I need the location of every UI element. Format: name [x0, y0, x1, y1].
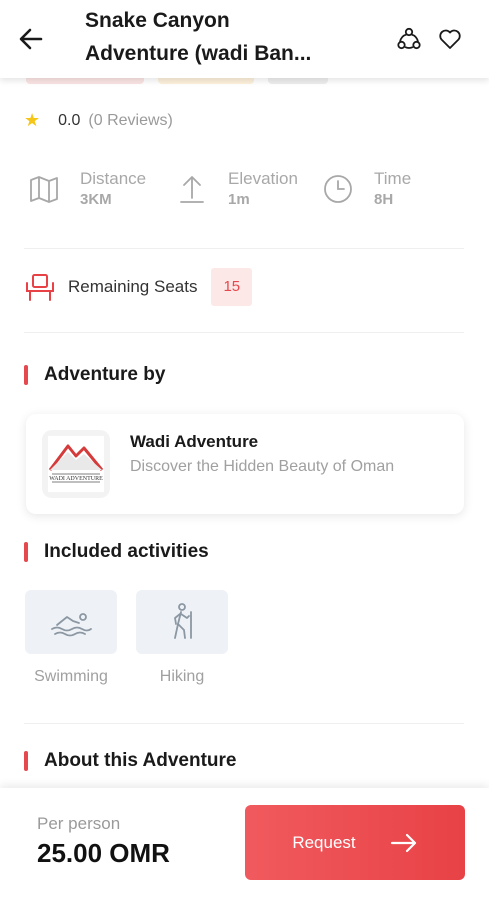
page-title: Snake Canyon Adventure (wadi Ban... — [85, 4, 370, 70]
price: 25.00 OMR — [37, 838, 170, 868]
activity-swimming[interactable]: Swimming — [25, 590, 117, 686]
rating-row: ★ 0.0 (0 Reviews) — [24, 110, 173, 131]
provider-tagline: Discover the Hidden Beauty of Oman — [130, 458, 395, 475]
back-button[interactable] — [14, 22, 48, 56]
clock-icon — [318, 169, 358, 209]
activity-hiking[interactable]: Hiking — [136, 590, 228, 686]
section-accent-bar — [24, 542, 28, 562]
page-title-line2: Adventure (wadi Ban... — [85, 42, 312, 65]
share-button[interactable] — [394, 24, 424, 54]
star-icon: ★ — [24, 110, 41, 130]
section-title: Adventure by — [44, 364, 166, 385]
activity-tile — [25, 590, 117, 654]
arrow-left-icon — [19, 28, 43, 50]
stat-value: 1m — [228, 191, 250, 208]
swimming-icon — [51, 613, 92, 637]
page-title-line1: Snake Canyon — [85, 9, 230, 32]
stat-value: 8H — [374, 191, 394, 208]
provider-card[interactable]: WADI ADVENTURE Wadi Adventure Discover t… — [26, 414, 464, 514]
section-title: About this Adventure — [44, 750, 237, 771]
arrow-up-icon — [172, 169, 212, 209]
stat-elevation: Elevation 1m — [172, 168, 298, 210]
stat-value: 3KM — [80, 191, 112, 208]
top-app-bar: Snake Canyon Adventure (wadi Ban... — [0, 0, 489, 78]
heart-icon — [439, 29, 461, 49]
section-accent-bar — [24, 751, 28, 771]
section-included-activities: Included activities — [24, 541, 209, 563]
map-icon — [24, 169, 64, 209]
section-title: Included activities — [44, 541, 209, 562]
stats-row: Distance 3KM Elevation 1m Time 8H — [24, 168, 464, 222]
remaining-seats-label: Remaining Seats — [68, 277, 198, 296]
arrow-right-icon — [390, 833, 418, 853]
svg-text:WADI ADVENTURE: WADI ADVENTURE — [49, 476, 103, 482]
provider-name: Wadi Adventure — [130, 432, 259, 451]
divider — [24, 332, 464, 333]
request-button[interactable]: Request — [245, 805, 465, 880]
seat-icon — [26, 274, 54, 301]
stat-label: Elevation — [228, 169, 298, 188]
divider — [24, 723, 464, 724]
activity-name: Hiking — [159, 668, 205, 685]
stat-label: Time — [374, 169, 412, 188]
section-accent-bar — [24, 365, 28, 385]
booking-bar: Per person 25.00 OMR Request — [0, 788, 489, 900]
per-person-label: Per person — [37, 814, 121, 833]
stat-distance: Distance 3KM — [24, 168, 146, 210]
remaining-seats-row: Remaining Seats 15 — [24, 268, 253, 306]
request-label: Request — [292, 832, 356, 852]
activity-name: Swimming — [34, 668, 108, 685]
rating-value: 0.0 — [58, 111, 81, 129]
remaining-seats-badge: 15 — [211, 268, 253, 306]
stat-time: Time 8H — [318, 168, 411, 210]
favorite-button[interactable] — [435, 24, 465, 54]
divider — [24, 248, 464, 249]
share-icon — [397, 27, 421, 50]
section-about: About this Adventure — [24, 750, 236, 772]
hiking-icon — [174, 603, 192, 639]
reviews-count[interactable]: (0 Reviews) — [88, 112, 172, 130]
stat-label: Distance — [80, 169, 147, 188]
section-adventure-by: Adventure by — [24, 364, 165, 386]
activity-tile — [136, 590, 228, 654]
provider-logo: WADI ADVENTURE — [42, 430, 110, 498]
